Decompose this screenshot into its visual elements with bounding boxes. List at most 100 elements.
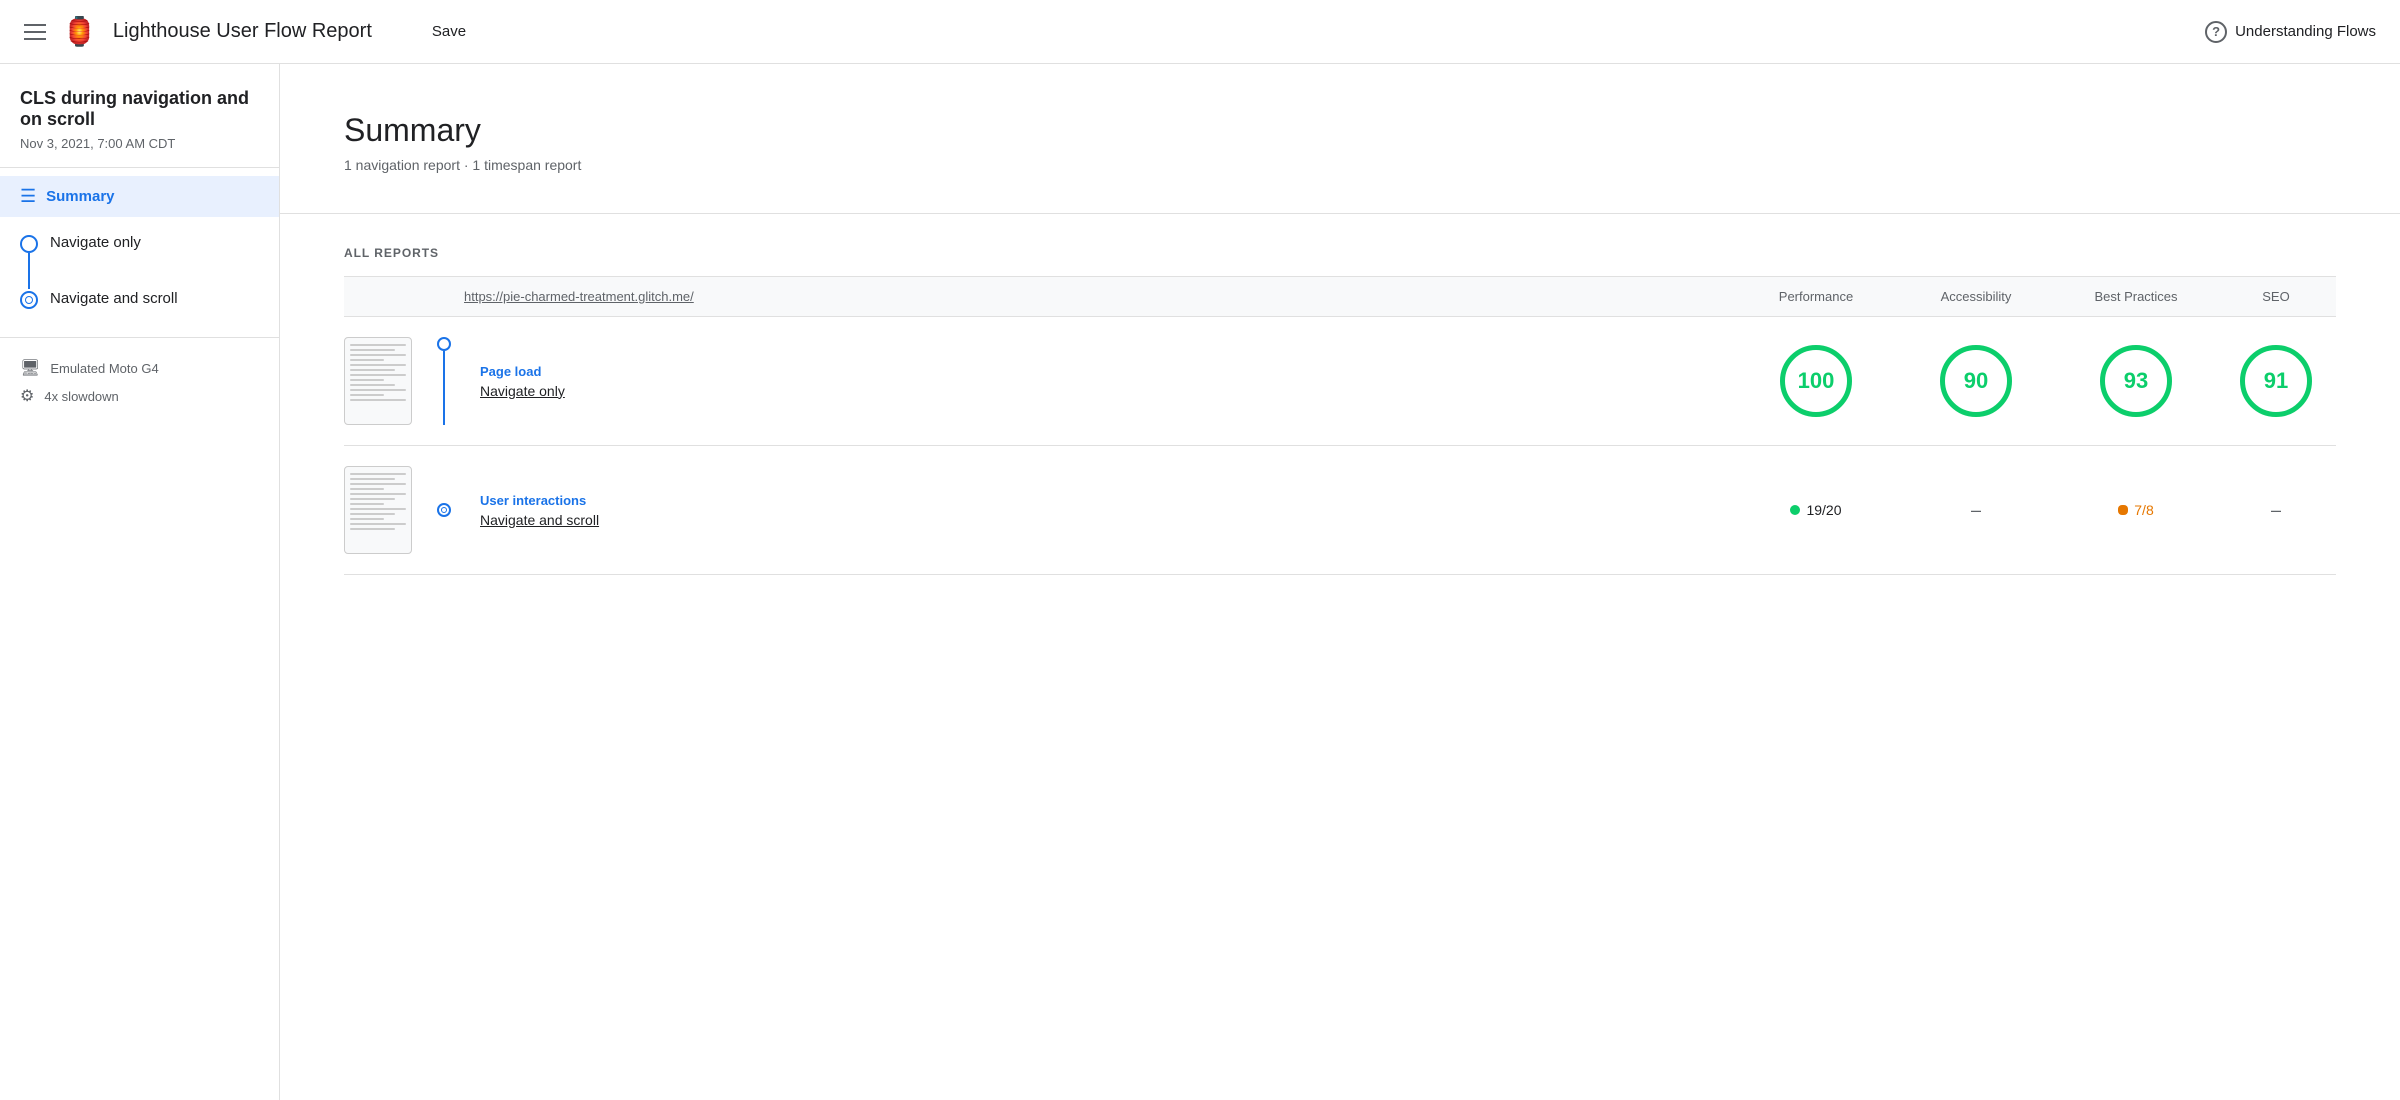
score-circle-accessibility: 90 xyxy=(1940,345,2012,417)
green-dot-icon xyxy=(1790,505,1800,515)
device-icon: 🖥 xyxy=(20,358,40,378)
reports-section: ALL REPORTS https://pie-charmed-treatmen… xyxy=(280,214,2400,607)
thumb-line xyxy=(350,528,395,530)
row-2-thumbnail[interactable] xyxy=(344,466,424,554)
connector-dot xyxy=(437,337,451,351)
meta-slowdown: ⚙ 4x slowdown xyxy=(20,386,259,406)
row-2-connector xyxy=(424,466,464,554)
row-1-performance: 100 xyxy=(1736,345,1896,417)
summary-label: Summary xyxy=(46,188,114,205)
orange-square-icon xyxy=(2118,505,2128,515)
sidebar-steps: Navigate only Navigate and scroll xyxy=(0,217,279,325)
topbar: 🏮 Lighthouse User Flow Report Save ? Und… xyxy=(0,0,2400,64)
main-layout: CLS during navigation and on scroll Nov … xyxy=(0,64,2400,1100)
list-icon: ☰ xyxy=(20,186,36,207)
save-button[interactable]: Save xyxy=(420,15,478,48)
connector-line xyxy=(443,351,445,425)
col-accessibility: Accessibility xyxy=(1896,289,2056,304)
thumb-line xyxy=(350,374,406,376)
thumb-line xyxy=(350,354,406,356)
understanding-flows-label: Understanding Flows xyxy=(2235,23,2376,40)
step-2-dot xyxy=(20,291,38,309)
thumb-line xyxy=(350,344,406,346)
thumb-line xyxy=(350,483,406,485)
thumb-line xyxy=(350,359,384,361)
row-1-thumbnail[interactable] xyxy=(344,337,424,425)
score-badge-value: 19/20 xyxy=(1806,502,1841,518)
thumb-line xyxy=(350,349,395,351)
row-2-name[interactable]: Navigate and scroll xyxy=(480,512,1736,528)
thumb-line xyxy=(350,518,384,520)
thumb-line xyxy=(350,493,406,495)
thumb-line xyxy=(350,473,406,475)
table-header: https://pie-charmed-treatment.glitch.me/… xyxy=(344,277,2336,317)
project-title: CLS during navigation and on scroll xyxy=(20,88,259,130)
help-icon: ? xyxy=(2205,21,2227,43)
thumb-line xyxy=(350,498,395,500)
row-2-seo: – xyxy=(2216,500,2336,521)
row-1-accessibility: 90 xyxy=(1896,345,2056,417)
row-1-seo: 91 xyxy=(2216,345,2336,417)
row-1-name[interactable]: Navigate only xyxy=(480,383,1736,399)
score-badge-orange-value: 7/8 xyxy=(2134,502,2153,518)
row-1-info: Page load Navigate only xyxy=(464,364,1736,399)
thumb-line xyxy=(350,508,406,510)
table-row: User interactions Navigate and scroll 19… xyxy=(344,446,2336,575)
step-2-label[interactable]: Navigate and scroll xyxy=(50,289,178,307)
row-2-best-practices: 7/8 xyxy=(2056,502,2216,518)
step-2-connector xyxy=(20,289,38,309)
summary-subtitle: 1 navigation report · 1 timespan report xyxy=(344,157,2336,173)
sidebar-divider-1 xyxy=(0,167,279,168)
thumb-line xyxy=(350,478,395,480)
row-2-performance: 19/20 xyxy=(1736,502,1896,518)
thumb-line xyxy=(350,379,384,381)
col-best-practices: Best Practices xyxy=(2056,289,2216,304)
thumb-line xyxy=(350,394,384,396)
sidebar-summary-item[interactable]: ☰ Summary xyxy=(0,176,279,217)
step-1-label[interactable]: Navigate only xyxy=(50,233,141,251)
score-dash-accessibility: – xyxy=(1971,500,1981,521)
step-2: Navigate and scroll xyxy=(20,289,259,309)
col-url[interactable]: https://pie-charmed-treatment.glitch.me/ xyxy=(464,289,1736,304)
hamburger-menu-button[interactable] xyxy=(24,24,46,40)
step-1-dot xyxy=(20,235,38,253)
step-1: Navigate only xyxy=(20,233,259,289)
thumb-line xyxy=(350,369,395,371)
thumb-line xyxy=(350,384,395,386)
thumb-line xyxy=(350,389,406,391)
summary-section: Summary 1 navigation report · 1 timespan… xyxy=(280,64,2400,214)
project-date: Nov 3, 2021, 7:00 AM CDT xyxy=(20,136,259,151)
thumb-line xyxy=(350,513,395,515)
score-badge-green: 19/20 xyxy=(1790,502,1841,518)
step-1-line xyxy=(28,253,30,289)
cpu-icon: ⚙ xyxy=(20,386,34,406)
score-circle-best-practices: 93 xyxy=(2100,345,2172,417)
meta-device-label: Emulated Moto G4 xyxy=(50,361,158,376)
connector-clock-dot xyxy=(437,503,451,517)
thumb-line xyxy=(350,503,384,505)
meta-device: 🖥 Emulated Moto G4 xyxy=(20,358,259,378)
score-dash-seo: – xyxy=(2271,500,2281,521)
sidebar: CLS during navigation and on scroll Nov … xyxy=(0,64,280,1100)
thumb-line xyxy=(350,523,406,525)
table-row: Page load Navigate only 100 90 93 91 xyxy=(344,317,2336,446)
sidebar-meta: 🖥 Emulated Moto G4 ⚙ 4x slowdown xyxy=(0,350,279,430)
row-2-type: User interactions xyxy=(480,493,1736,508)
score-circle-performance: 100 xyxy=(1780,345,1852,417)
thumb-line xyxy=(350,488,384,490)
row-1-type: Page load xyxy=(480,364,1736,379)
step-1-connector xyxy=(20,233,38,289)
row-2-accessibility: – xyxy=(1896,500,2056,521)
lighthouse-logo: 🏮 xyxy=(62,15,97,48)
thumb-line xyxy=(350,364,406,366)
topbar-left: 🏮 Lighthouse User Flow Report Save xyxy=(24,15,478,48)
col-seo: SEO xyxy=(2216,289,2336,304)
row-1-connector xyxy=(424,337,464,425)
score-badge-orange: 7/8 xyxy=(2118,502,2153,518)
meta-slowdown-label: 4x slowdown xyxy=(44,389,118,404)
thumb-line xyxy=(350,399,406,401)
col-performance: Performance xyxy=(1736,289,1896,304)
understanding-flows-link[interactable]: ? Understanding Flows xyxy=(2205,21,2376,43)
sidebar-divider-2 xyxy=(0,337,279,338)
content-area: Summary 1 navigation report · 1 timespan… xyxy=(280,64,2400,1100)
